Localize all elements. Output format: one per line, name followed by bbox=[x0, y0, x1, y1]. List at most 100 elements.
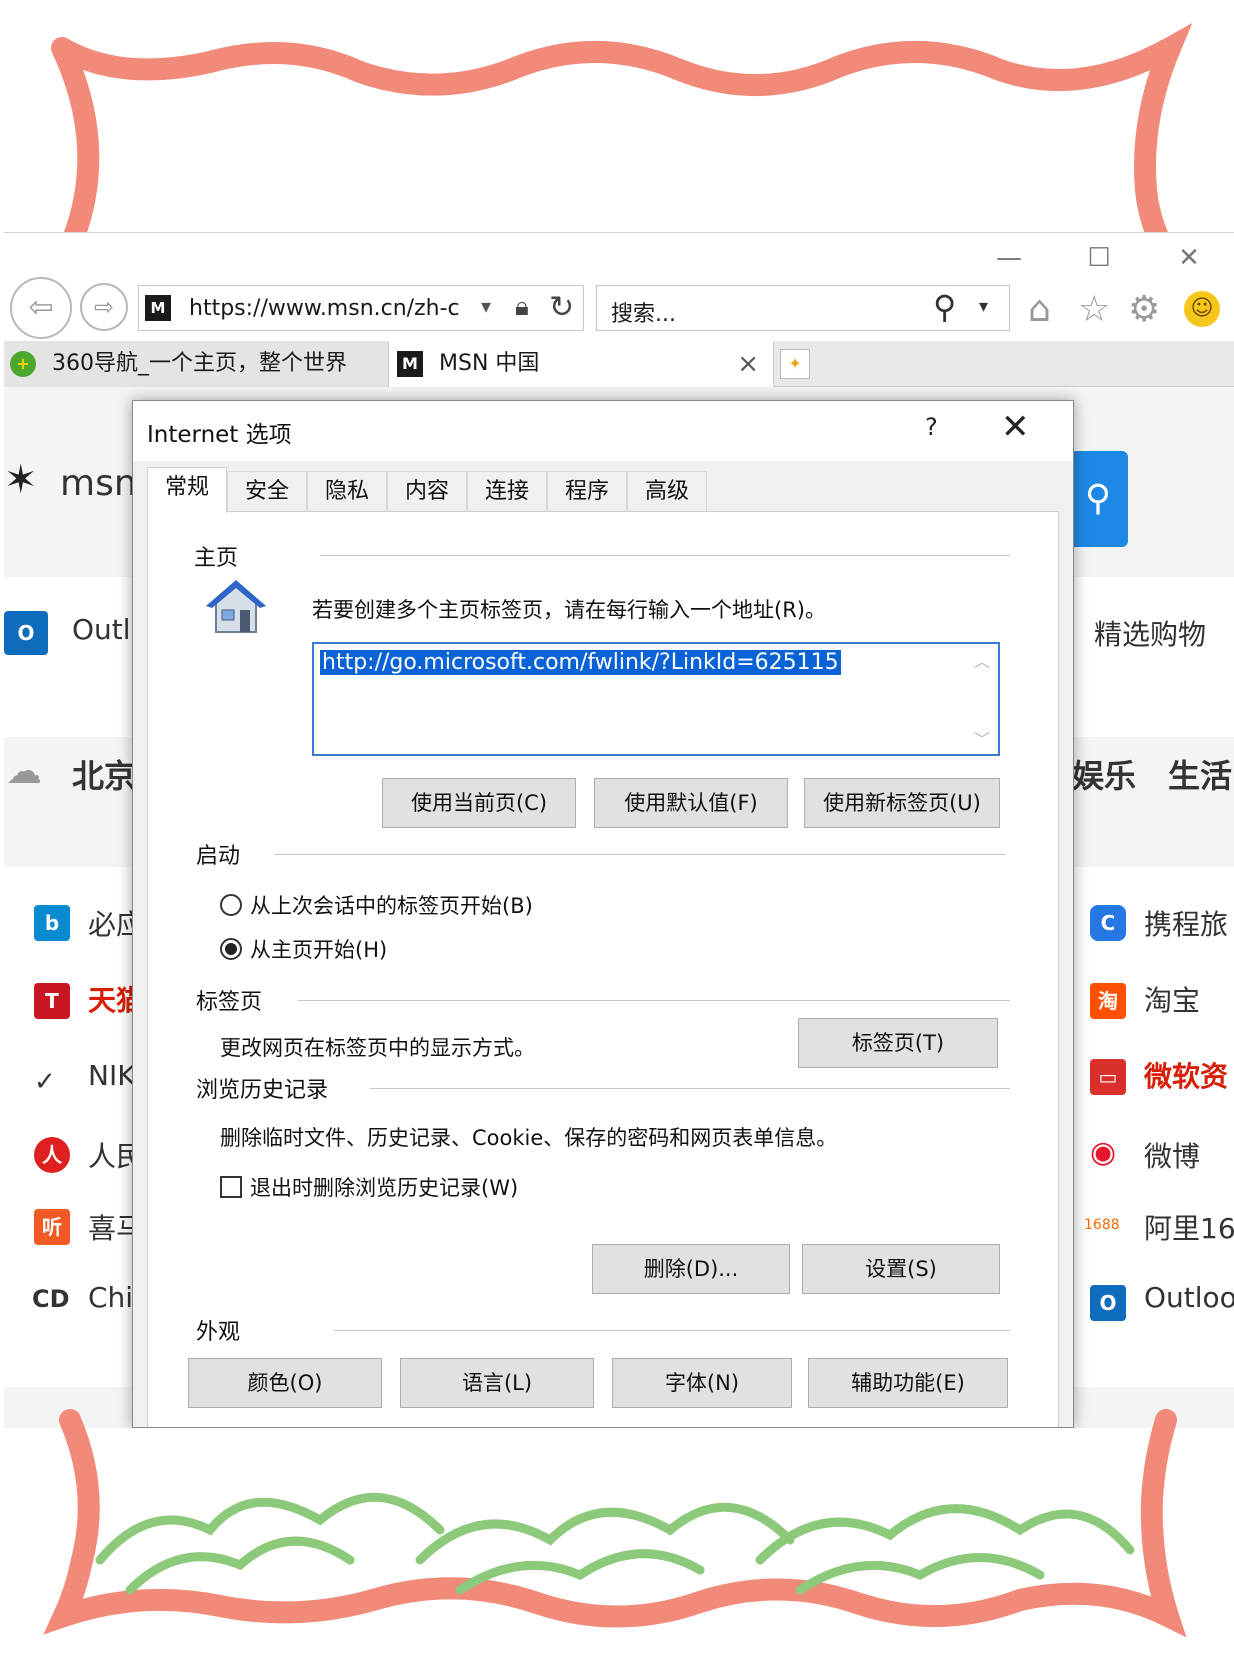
home-icon[interactable]: ⌂ bbox=[1028, 289, 1051, 330]
startup-last-session-radio[interactable] bbox=[220, 894, 242, 916]
bg-link-outlook[interactable]: Outl bbox=[72, 613, 131, 646]
house-icon bbox=[206, 580, 266, 633]
msn-news-icon: ▭ bbox=[1090, 1059, 1126, 1095]
tab-privacy[interactable]: 隐私 bbox=[307, 471, 387, 511]
address-bar[interactable]: M https://www.msn.cn/zh-c ▾ 🔒︎ ↻ bbox=[138, 285, 584, 331]
bg-weather-city[interactable]: 北京 bbox=[72, 751, 136, 797]
startup-option-label[interactable]: 从上次会话中的标签页开始(B) bbox=[250, 890, 533, 920]
msn-favicon-icon: M bbox=[397, 351, 423, 377]
tab-general[interactable]: 常规 bbox=[147, 467, 227, 513]
tab-programs[interactable]: 程序 bbox=[547, 471, 627, 511]
bg-link-ctrip[interactable]: 携程旅 bbox=[1144, 903, 1228, 943]
group-divider bbox=[298, 1000, 1010, 1001]
minimize-button[interactable]: — bbox=[989, 243, 1029, 273]
use-new-tab-button[interactable]: 使用新标签页(U) bbox=[804, 778, 1000, 828]
bg-link-taobao[interactable]: 淘宝 bbox=[1144, 979, 1200, 1019]
bg-link-shopping[interactable]: 精选购物 bbox=[1094, 613, 1206, 653]
refresh-icon[interactable]: ↻ bbox=[549, 290, 574, 325]
tab-advanced[interactable]: 高级 bbox=[627, 471, 707, 511]
ximalaya-icon: 听 bbox=[34, 1209, 70, 1245]
tab-connections[interactable]: 连接 bbox=[467, 471, 547, 511]
close-window-button[interactable]: ✕ bbox=[1169, 243, 1209, 273]
homepage-url-text[interactable]: http://go.microsoft.com/fwlink/?LinkId=6… bbox=[320, 650, 841, 675]
dialog-title: Internet 选项 bbox=[147, 422, 292, 448]
delete-on-exit-checkbox[interactable] bbox=[220, 1176, 242, 1198]
bg-link-outlook2[interactable]: Outloo bbox=[1144, 1281, 1234, 1314]
nike-icon: ✓ bbox=[34, 1067, 56, 1097]
msn-logo: msn bbox=[60, 463, 137, 504]
delete-history-button[interactable]: 删除(D)... bbox=[592, 1244, 790, 1294]
tabs-description: 更改网页在标签页中的显示方式。 bbox=[220, 1036, 535, 1060]
history-description: 删除临时文件、历史记录、Cookie、保存的密码和网页表单信息。 bbox=[220, 1126, 838, 1150]
lower-background bbox=[0, 1428, 1234, 1660]
chevron-up-icon[interactable]: ︿ bbox=[974, 648, 990, 672]
tab-360[interactable]: + 360导航_一个主页，整个世界 bbox=[4, 341, 388, 387]
dialog-close-button[interactable]: ✕ bbox=[1001, 407, 1030, 447]
msn-search-button[interactable]: ⚲ bbox=[1068, 451, 1128, 547]
outlook-icon: O bbox=[4, 611, 48, 655]
back-arrow-icon[interactable]: ⇦ bbox=[10, 277, 72, 339]
startup-homepage-radio[interactable] bbox=[220, 938, 242, 960]
dialog-titlebar: Internet 选项 ? ✕ bbox=[133, 401, 1073, 461]
chevron-down-icon[interactable]: ▾ bbox=[481, 294, 491, 318]
help-button[interactable]: ? bbox=[925, 413, 938, 441]
use-default-button[interactable]: 使用默认值(F) bbox=[594, 778, 788, 828]
search-dropdown-icon[interactable]: ▾ bbox=[979, 296, 988, 317]
360-favicon-icon: + bbox=[10, 351, 36, 377]
outlook-icon: O bbox=[1090, 1285, 1126, 1321]
group-divider bbox=[370, 1088, 1010, 1089]
history-settings-button[interactable]: 设置(S) bbox=[802, 1244, 1000, 1294]
startup-option-label[interactable]: 从主页开始(H) bbox=[250, 934, 387, 964]
history-group-label: 浏览历史记录 bbox=[196, 1072, 337, 1104]
forward-arrow-icon[interactable]: ⇨ bbox=[80, 283, 128, 331]
homepage-group-label: 主页 bbox=[194, 540, 247, 572]
tab-msn[interactable]: M MSN 中国 × bbox=[388, 341, 774, 387]
bg-link-1688[interactable]: 阿里16 bbox=[1144, 1207, 1234, 1247]
tab-content[interactable]: 内容 bbox=[387, 471, 467, 511]
ctrip-icon: C bbox=[1090, 905, 1126, 941]
fonts-button[interactable]: 字体(N) bbox=[612, 1358, 792, 1408]
search-box[interactable]: 搜索... ⚲ ▾ bbox=[596, 285, 1010, 331]
group-divider bbox=[334, 1330, 1010, 1331]
weibo-icon: ◉ bbox=[1090, 1135, 1117, 1170]
close-tab-icon[interactable]: × bbox=[737, 341, 759, 387]
new-tab-icon[interactable]: ✦ bbox=[780, 349, 810, 379]
group-divider bbox=[274, 854, 1006, 855]
msn-butterfly-icon: ✶ bbox=[4, 457, 38, 503]
search-icon[interactable]: ⚲ bbox=[933, 288, 956, 326]
tabs-settings-button[interactable]: 标签页(T) bbox=[798, 1018, 998, 1068]
general-tab-panel: 主页 若要创建多个主页标签页，请在每行输入一个地址(R)。 http://go.… bbox=[147, 511, 1059, 1427]
tab-label: 360导航_一个主页，整个世界 bbox=[52, 351, 347, 376]
star-icon[interactable]: ☆ bbox=[1078, 289, 1110, 330]
homepage-instruction: 若要创建多个主页标签页，请在每行输入一个地址(R)。 bbox=[312, 598, 826, 622]
cd-icon: CD bbox=[32, 1285, 70, 1313]
browser-toolbar: — ☐ ✕ ⇦ ⇨ M https://www.msn.cn/zh-c ▾ 🔒︎… bbox=[4, 233, 1234, 341]
chevron-down-icon[interactable]: ﹀ bbox=[974, 726, 990, 750]
msn-favicon-icon: M bbox=[145, 295, 171, 321]
use-current-button[interactable]: 使用当前页(C) bbox=[382, 778, 576, 828]
address-url[interactable]: https://www.msn.cn/zh-c bbox=[189, 296, 479, 321]
bg-tab-life[interactable]: 生活 bbox=[1168, 751, 1232, 797]
delete-on-exit-label[interactable]: 退出时删除浏览历史记录(W) bbox=[250, 1172, 518, 1202]
internet-options-dialog: Internet 选项 ? ✕ 常规 安全 隐私 内容 连接 程序 高级 主页 … bbox=[132, 400, 1074, 1428]
group-divider bbox=[320, 555, 1010, 556]
bg-link-nike[interactable]: NIK bbox=[88, 1059, 136, 1092]
languages-button[interactable]: 语言(L) bbox=[400, 1358, 594, 1408]
accessibility-button[interactable]: 辅助功能(E) bbox=[808, 1358, 1008, 1408]
bg-tab-entertainment[interactable]: 娱乐 bbox=[1072, 751, 1136, 797]
colors-button[interactable]: 颜色(O) bbox=[188, 1358, 382, 1408]
textarea-scrollbar[interactable]: ︿ ﹀ bbox=[970, 644, 994, 754]
bing-icon: b bbox=[34, 905, 70, 941]
smiley-icon[interactable]: ☺ bbox=[1184, 291, 1220, 327]
gear-icon[interactable]: ⚙ bbox=[1128, 289, 1160, 330]
bg-link-msnews[interactable]: 微软资 bbox=[1144, 1055, 1228, 1095]
startup-group-label: 启动 bbox=[196, 838, 249, 870]
tab-security[interactable]: 安全 bbox=[227, 471, 307, 511]
bg-link-weibo[interactable]: 微博 bbox=[1144, 1135, 1200, 1175]
cloud-icon: ☁ bbox=[6, 751, 42, 792]
bg-link-chinadaily[interactable]: Chi bbox=[88, 1281, 133, 1314]
homepage-url-textarea[interactable]: http://go.microsoft.com/fwlink/?LinkId=6… bbox=[312, 642, 1000, 756]
lock-icon[interactable]: 🔒︎ bbox=[515, 292, 529, 323]
people-icon: 人 bbox=[34, 1137, 70, 1173]
maximize-button[interactable]: ☐ bbox=[1079, 243, 1119, 273]
